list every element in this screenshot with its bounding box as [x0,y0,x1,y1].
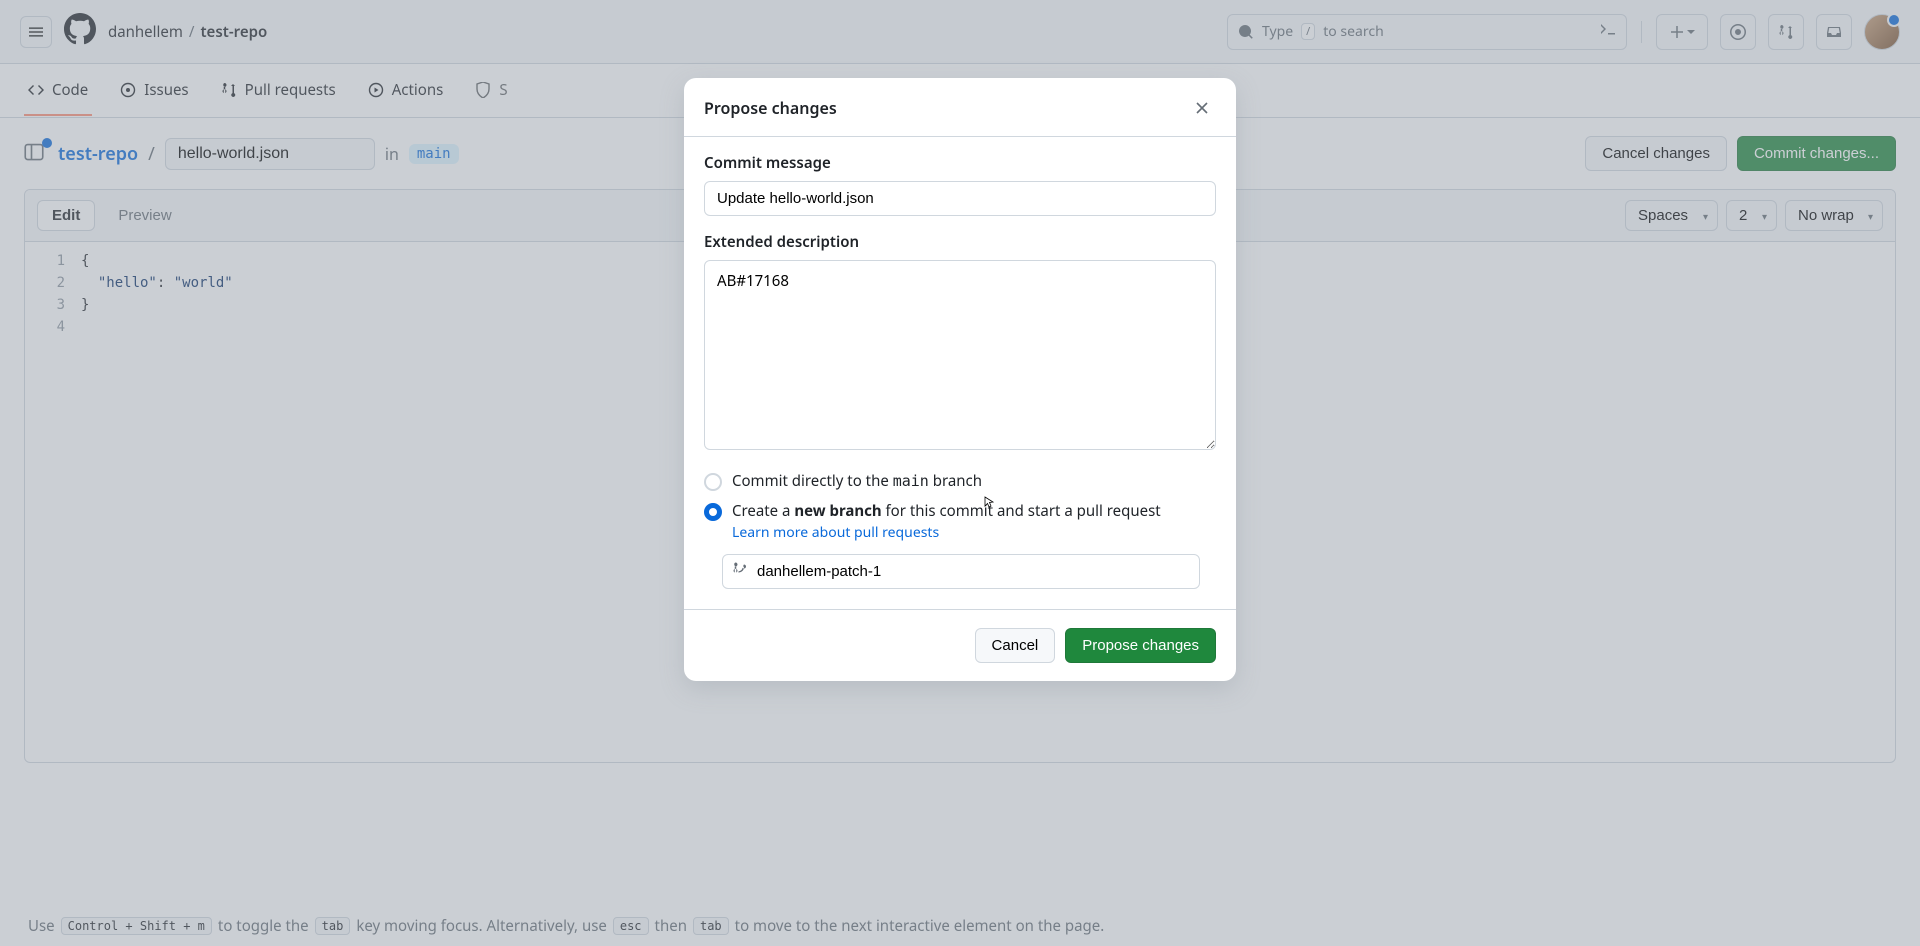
close-button[interactable] [1188,94,1216,122]
dialog-header: Propose changes [684,78,1236,137]
dialog-title: Propose changes [704,97,837,119]
branch-name-input[interactable] [722,554,1200,589]
git-branch-icon [732,561,748,582]
learn-more-link[interactable]: Learn more about pull requests [732,523,1161,542]
radio-icon-selected [704,503,722,521]
commit-message-input[interactable] [704,181,1216,216]
extended-description-label: Extended description [704,232,1216,252]
radio-commit-direct[interactable]: Commit directly to the main branch [704,471,1216,491]
propose-changes-dialog: Propose changes Commit message Extended … [684,78,1236,681]
radio-icon [704,473,722,491]
radio-create-branch[interactable]: Create a new branch for this commit and … [704,501,1216,542]
extended-description-input[interactable] [704,260,1216,450]
close-icon [1194,100,1210,116]
dialog-footer: Cancel Propose changes [684,609,1236,681]
commit-message-label: Commit message [704,153,1216,173]
cancel-button[interactable]: Cancel [975,628,1056,663]
propose-changes-button[interactable]: Propose changes [1065,628,1216,663]
